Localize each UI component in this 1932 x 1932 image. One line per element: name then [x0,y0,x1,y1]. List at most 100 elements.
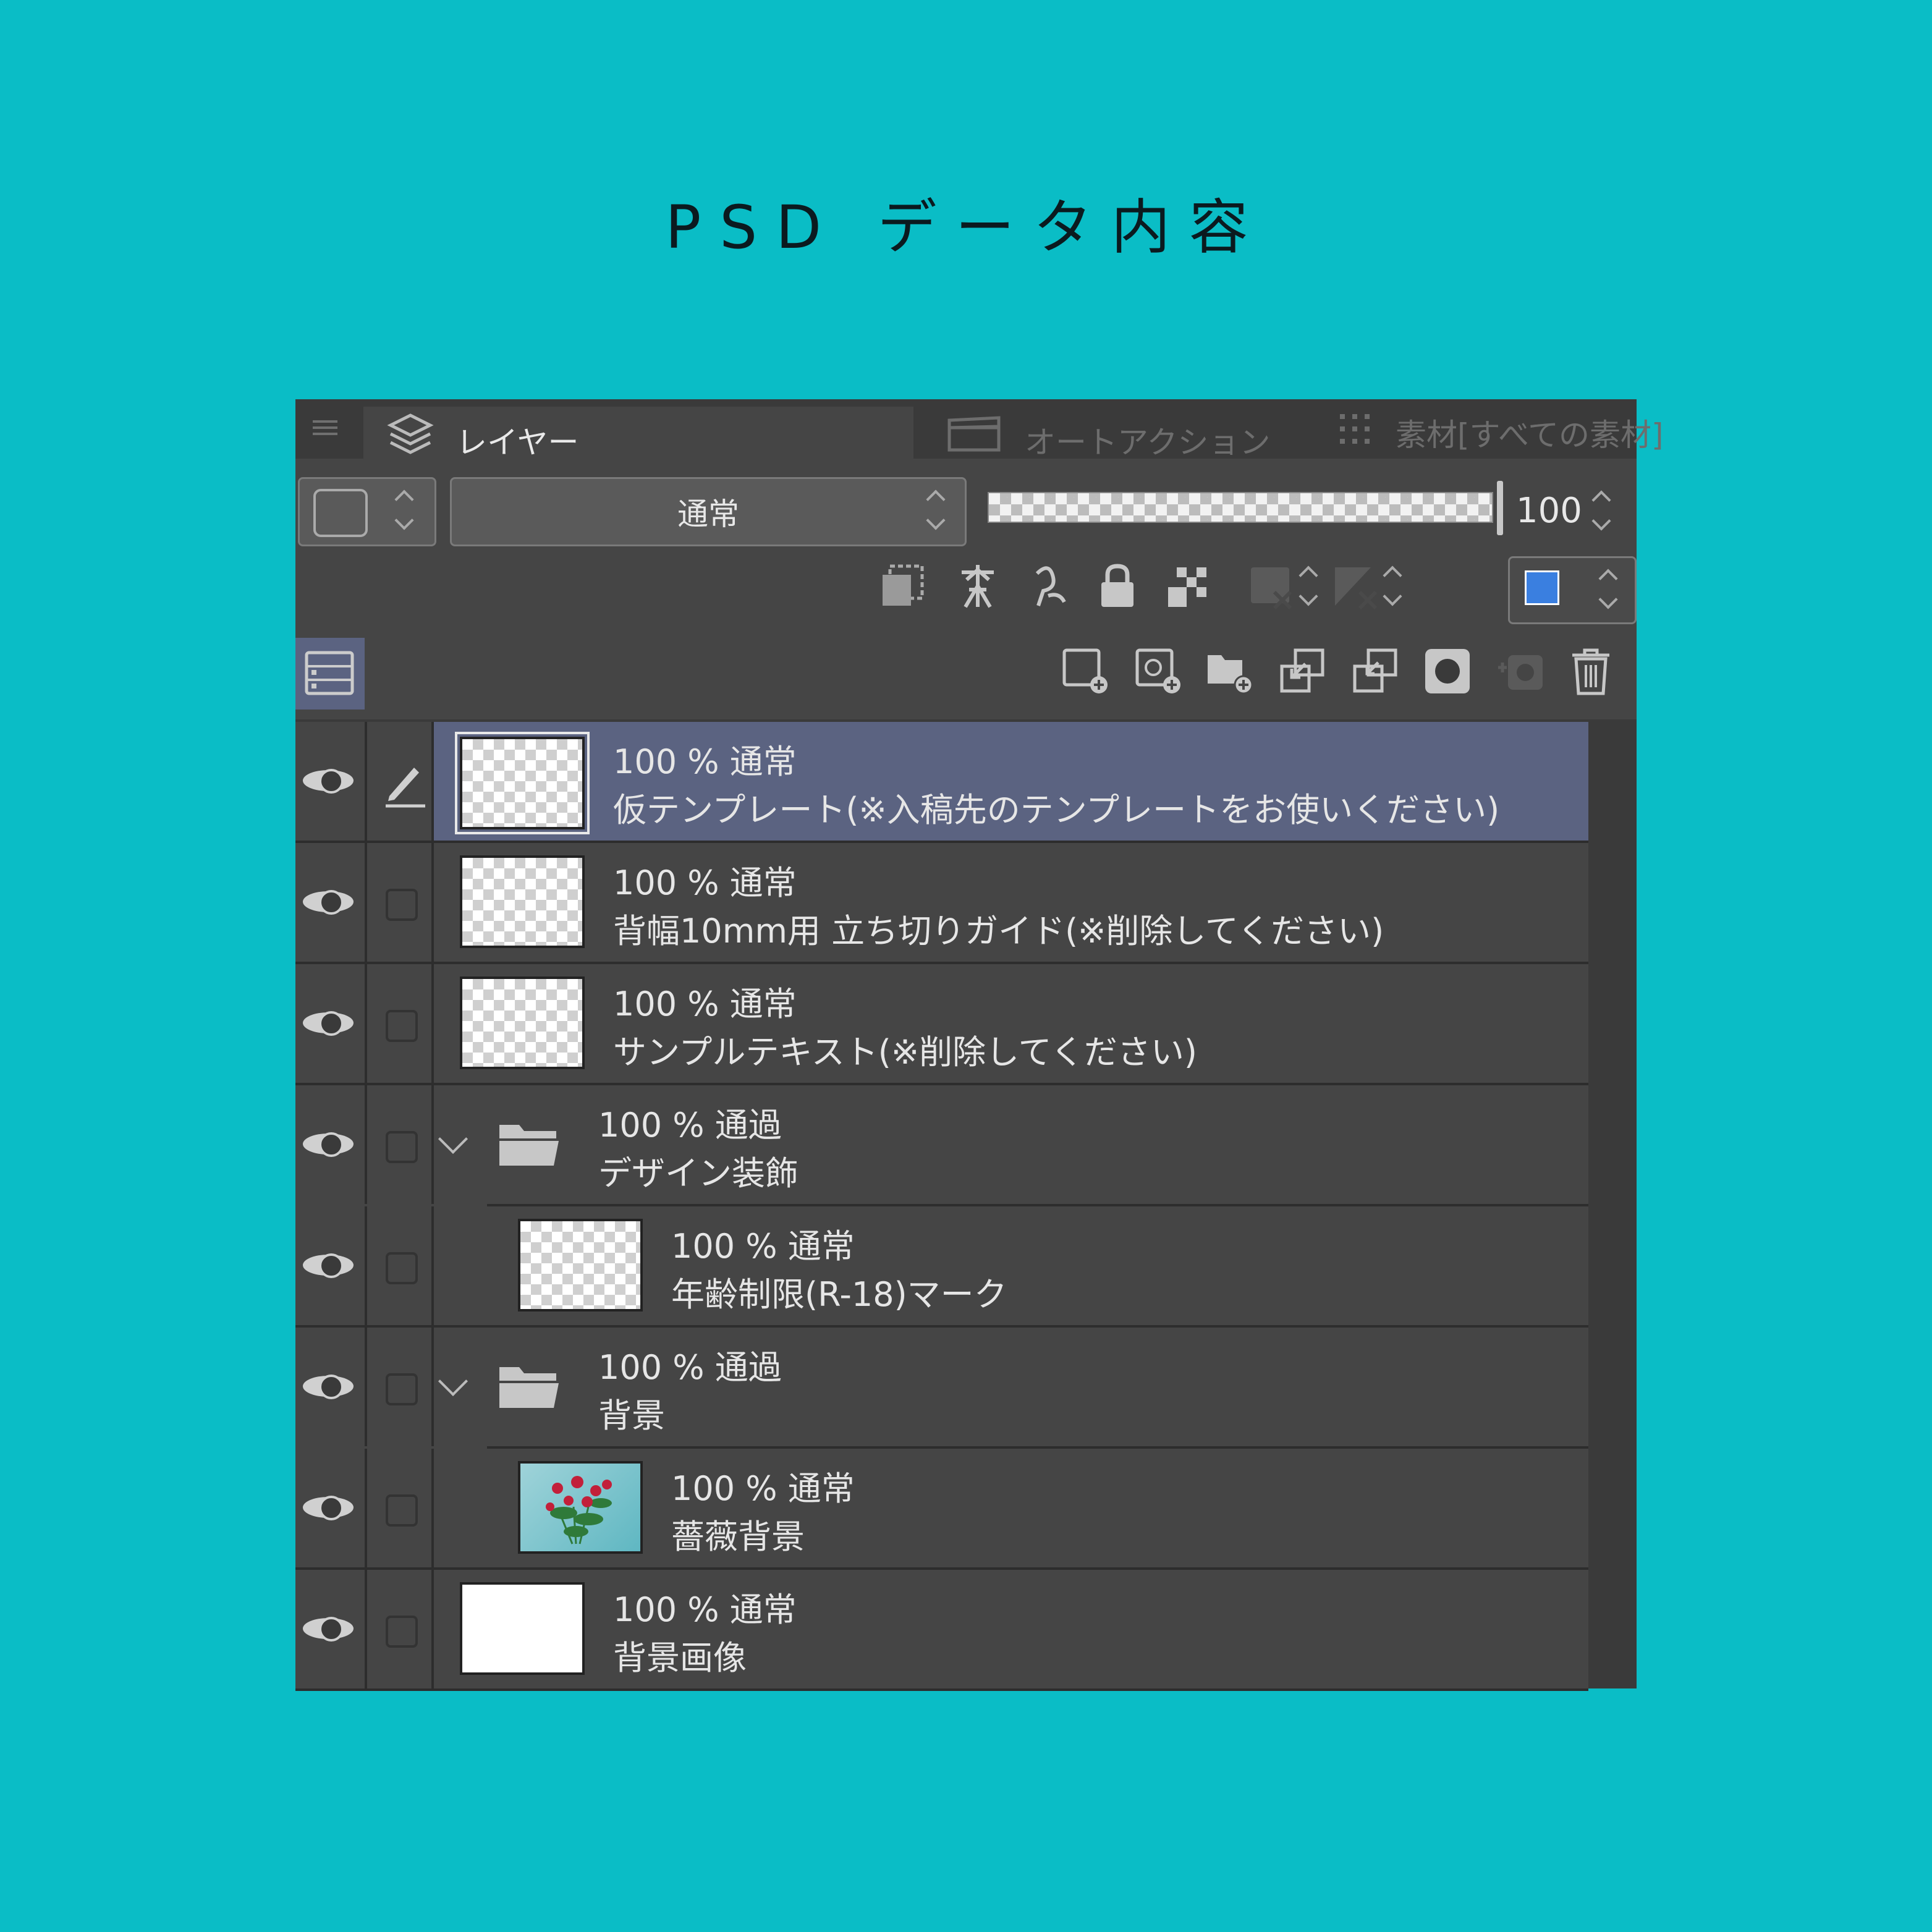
scrollbar[interactable] [1588,722,1637,1688]
folder-row[interactable]: 100 % 通過 背景 [295,1328,1588,1449]
visibility-cell[interactable] [295,1085,367,1204]
eye-icon[interactable] [303,1614,354,1642]
eye-icon[interactable] [303,1372,354,1399]
layer-props: 100 % 通過 [598,1106,782,1145]
edit-target-checkbox[interactable] [386,1010,418,1042]
layer-props: 100 % 通過 [598,1348,782,1387]
opacity-value[interactable]: 100 [1516,491,1582,531]
edit-target-cell[interactable] [367,722,434,841]
layer-props: 100 % 通常 [613,863,797,902]
layer-row[interactable]: 100 % 通常 薔薇背景 [295,1449,1588,1570]
spinner-icon [1596,564,1621,614]
layer-name: 背景画像 [613,1638,747,1677]
rose-thumbnail [518,1461,643,1554]
ruler-enable-icon[interactable] [1331,561,1381,611]
layer-thumbnail [518,1219,643,1311]
eye-icon[interactable] [303,766,354,794]
new-vector-layer-icon[interactable] [1133,646,1183,696]
clip-to-layer-below-icon[interactable] [879,561,928,611]
layer-name: 背景 [598,1396,665,1435]
eye-icon[interactable] [303,1009,354,1036]
visibility-cell[interactable] [295,1328,367,1446]
visibility-cell[interactable] [295,1449,367,1567]
blend-mode-select[interactable]: 通常 [450,477,967,546]
edit-target-checkbox[interactable] [386,1616,418,1648]
tab-layer[interactable]: レイヤー [363,407,913,460]
visibility-cell[interactable] [295,722,367,841]
new-folder-icon[interactable] [1205,646,1255,696]
menu-icon[interactable] [313,417,337,441]
edit-target-cell[interactable] [367,843,434,962]
visibility-cell[interactable] [295,843,367,962]
chevron-down-icon[interactable] [438,1124,468,1155]
eye-icon[interactable] [303,888,354,915]
folder-icon [499,1125,559,1166]
tab-auto-action-label: オートアクション [1025,425,1271,460]
layer-property-toggle[interactable] [295,638,365,710]
chevron-down-icon[interactable] [438,1366,468,1397]
mask-enable-icon[interactable] [1247,561,1294,611]
edit-target-cell[interactable] [367,964,434,1083]
pencil-icon [386,768,425,808]
eye-icon[interactable] [303,1130,354,1157]
layer-name: サンプルテキスト(※削除してください) [613,1033,1197,1072]
visibility-cell[interactable] [295,1570,367,1688]
layer-name: 薔薇背景 [671,1517,805,1556]
folder-icon [499,1367,559,1408]
combine-to-layer-below-icon[interactable] [1351,646,1400,696]
edit-target-cell[interactable] [367,1085,434,1204]
spinner-icon[interactable] [1381,561,1405,611]
eye-icon[interactable] [303,1493,354,1520]
visibility-cell[interactable] [295,1206,367,1325]
layer-thumbnail [455,732,590,834]
layer-name: 仮テンプレート(※入稿先のテンプレートをお使いください) [613,790,1500,829]
edit-target-checkbox[interactable] [386,1131,418,1163]
spinner-icon[interactable] [1297,561,1321,611]
edit-target-cell[interactable] [367,1328,434,1446]
layer-row[interactable]: 100 % 通常 サンプルテキスト(※削除してください) [295,964,1588,1085]
apply-mask-icon[interactable] [1496,646,1545,696]
layer-props: 100 % 通常 [671,1469,855,1508]
mask-outside-selection-icon[interactable] [1423,646,1472,696]
edit-target-checkbox[interactable] [386,889,418,921]
edit-target-cell[interactable] [367,1449,434,1567]
layer-row[interactable]: 100 % 通常 背景画像 [295,1570,1588,1691]
spinner-icon [924,485,949,535]
layer-color-swatch [313,489,368,537]
edit-target-checkbox[interactable] [386,1494,418,1527]
lock-transparent-pixels-icon[interactable] [1164,561,1214,611]
layer-color-select[interactable] [298,477,436,546]
folder-row[interactable]: 100 % 通過 デザイン装飾 [295,1085,1588,1206]
tab-material-label: 素材[すべての素材] [1396,417,1664,453]
lock-icon[interactable] [1093,561,1142,611]
main-color-swatch [1525,570,1559,605]
trash-icon[interactable] [1566,646,1616,696]
edit-target-checkbox[interactable] [386,1373,418,1405]
layer-thumbnail [460,977,585,1069]
draft-layer-icon[interactable] [1025,561,1074,611]
layers-icon [387,413,434,454]
layer-props: 100 % 通常 [613,742,797,781]
layer-row[interactable]: 100 % 通常 背幅10mm用 立ち切りガイド(※削除してください) [295,843,1588,964]
transfer-to-lower-layer-icon[interactable] [1278,646,1328,696]
layer-color-box[interactable] [1508,556,1637,624]
opacity-spinner-icon[interactable] [1590,486,1614,535]
tab-layer-label: レイヤー [456,425,579,460]
layer-property-icon [305,651,354,695]
eye-icon[interactable] [303,1251,354,1278]
spinner-icon [392,485,417,535]
reference-layer-icon[interactable] [953,561,1002,611]
edit-target-checkbox[interactable] [386,1252,418,1284]
layer-props: 100 % 通常 [613,1590,797,1629]
edit-target-cell[interactable] [367,1570,434,1688]
rose-image [546,1476,612,1544]
visibility-cell[interactable] [295,964,367,1083]
tab-material[interactable]: 素材[すべての素材] [1320,407,1716,459]
tab-auto-action[interactable]: オートアクション [918,407,1314,460]
tab-bar: レイヤー オートアクション 素材[すべての素材] [295,399,1664,460]
opacity-slider[interactable] [988,481,1503,535]
layer-row[interactable]: 100 % 通常 年齢制限(R-18)マーク [295,1206,1588,1328]
new-raster-layer-icon[interactable] [1061,646,1110,696]
layer-row[interactable]: 100 % 通常 仮テンプレート(※入稿先のテンプレートをお使いください) [295,722,1588,843]
edit-target-cell[interactable] [367,1206,434,1325]
